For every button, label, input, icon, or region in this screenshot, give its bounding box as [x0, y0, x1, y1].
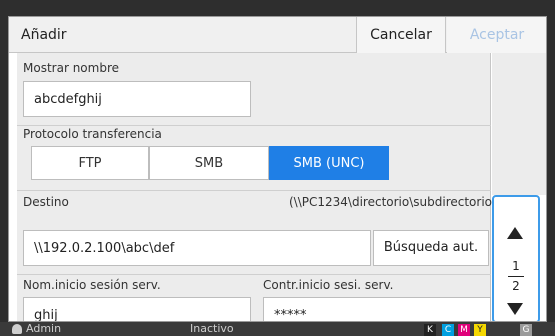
ink-y: Y [474, 324, 486, 336]
divider [17, 125, 491, 126]
destination-hint: (\\PC1234\directorio\subdirectorio) [289, 195, 497, 209]
destination-label: Destino [23, 195, 69, 209]
total-pages: 2 [512, 279, 520, 293]
dialog-title: Añadir [21, 27, 67, 43]
protocol-smb-unc-option[interactable]: SMB (UNC) [269, 146, 389, 180]
login-password-label: Contr.inicio sesi. serv. [263, 278, 394, 292]
status-bar: Admin Inactivo K C M Y G [0, 322, 555, 336]
dialog-titlebar: Añadir Cancelar Aceptar [9, 17, 546, 53]
display-name-field[interactable]: abcdefghij [23, 81, 251, 117]
user-label: Admin [26, 322, 62, 335]
destination-field[interactable]: \\192.0.2.100\abc\def [23, 230, 371, 266]
accept-button[interactable]: Aceptar [447, 17, 546, 53]
page-up-icon[interactable] [507, 227, 523, 239]
login-user-field[interactable]: ghij [23, 297, 251, 321]
divider [17, 274, 491, 275]
auto-search-button[interactable]: Búsqueda aut. [373, 230, 489, 266]
cancel-button[interactable]: Cancelar [356, 17, 446, 53]
login-password-field[interactable]: ***** [263, 297, 491, 321]
page-fraction-line [508, 276, 524, 277]
scroll-track [492, 53, 546, 195]
ink-m: M [458, 324, 470, 336]
user-icon [12, 324, 22, 334]
page-down-icon[interactable] [507, 303, 523, 315]
login-user-label: Nom.inicio sesión serv. [23, 278, 161, 292]
ink-c: C [442, 324, 454, 336]
divider [17, 190, 491, 191]
form-content: Mostrar nombre abcdefghij Protocolo tran… [17, 53, 497, 321]
ink-k: K [424, 324, 436, 336]
protocol-label: Protocolo transferencia [23, 127, 162, 141]
add-destination-dialog: Añadir Cancelar Aceptar Mostrar nombre a… [8, 16, 547, 322]
display-name-label: Mostrar nombre [23, 61, 119, 75]
protocol-smb-option[interactable]: SMB [149, 146, 269, 180]
page-scroller: 1 2 [492, 195, 540, 321]
protocol-ftp-option[interactable]: FTP [31, 146, 149, 180]
current-page: 1 [512, 259, 520, 273]
ink-g: G [520, 324, 532, 336]
machine-status: Inactivo [190, 322, 234, 335]
